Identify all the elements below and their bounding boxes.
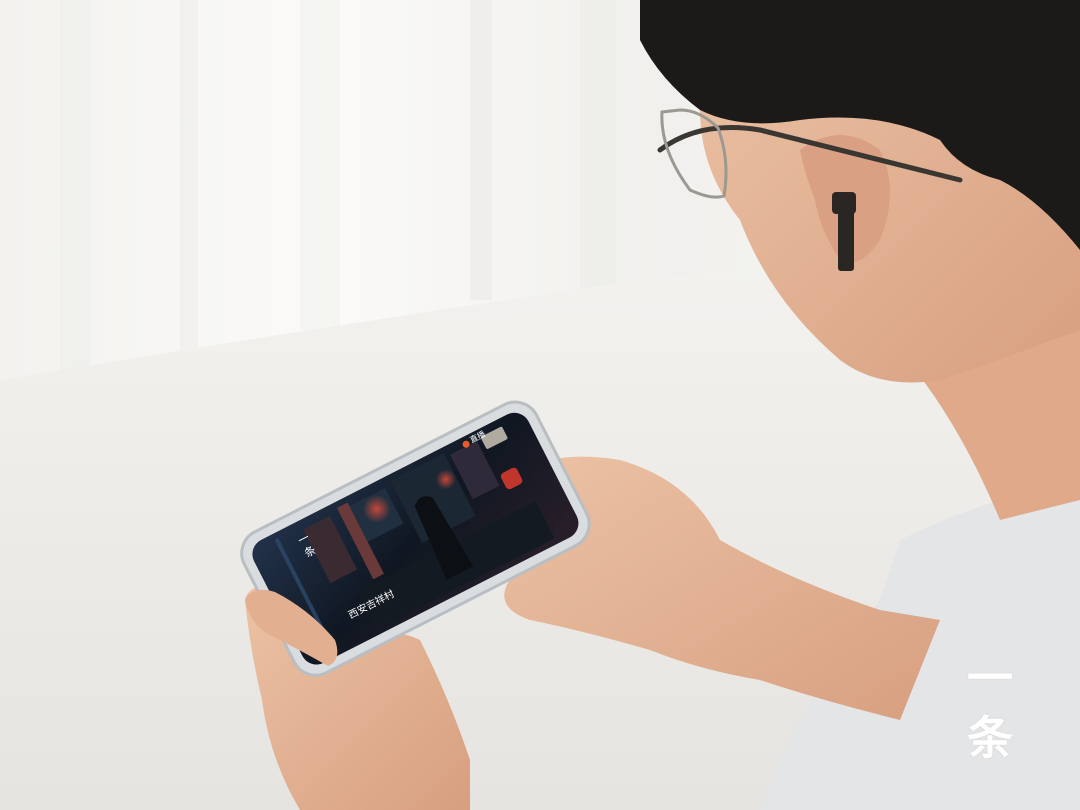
watermark-line2: 条 bbox=[967, 711, 1013, 765]
watermark-line1: 一 bbox=[967, 651, 1013, 705]
photo-illustration bbox=[0, 0, 1080, 810]
brand-watermark: 一 条 bbox=[958, 648, 1022, 768]
photo-scene: 一 条 西安吉祥村 直播 bbox=[0, 0, 1080, 810]
